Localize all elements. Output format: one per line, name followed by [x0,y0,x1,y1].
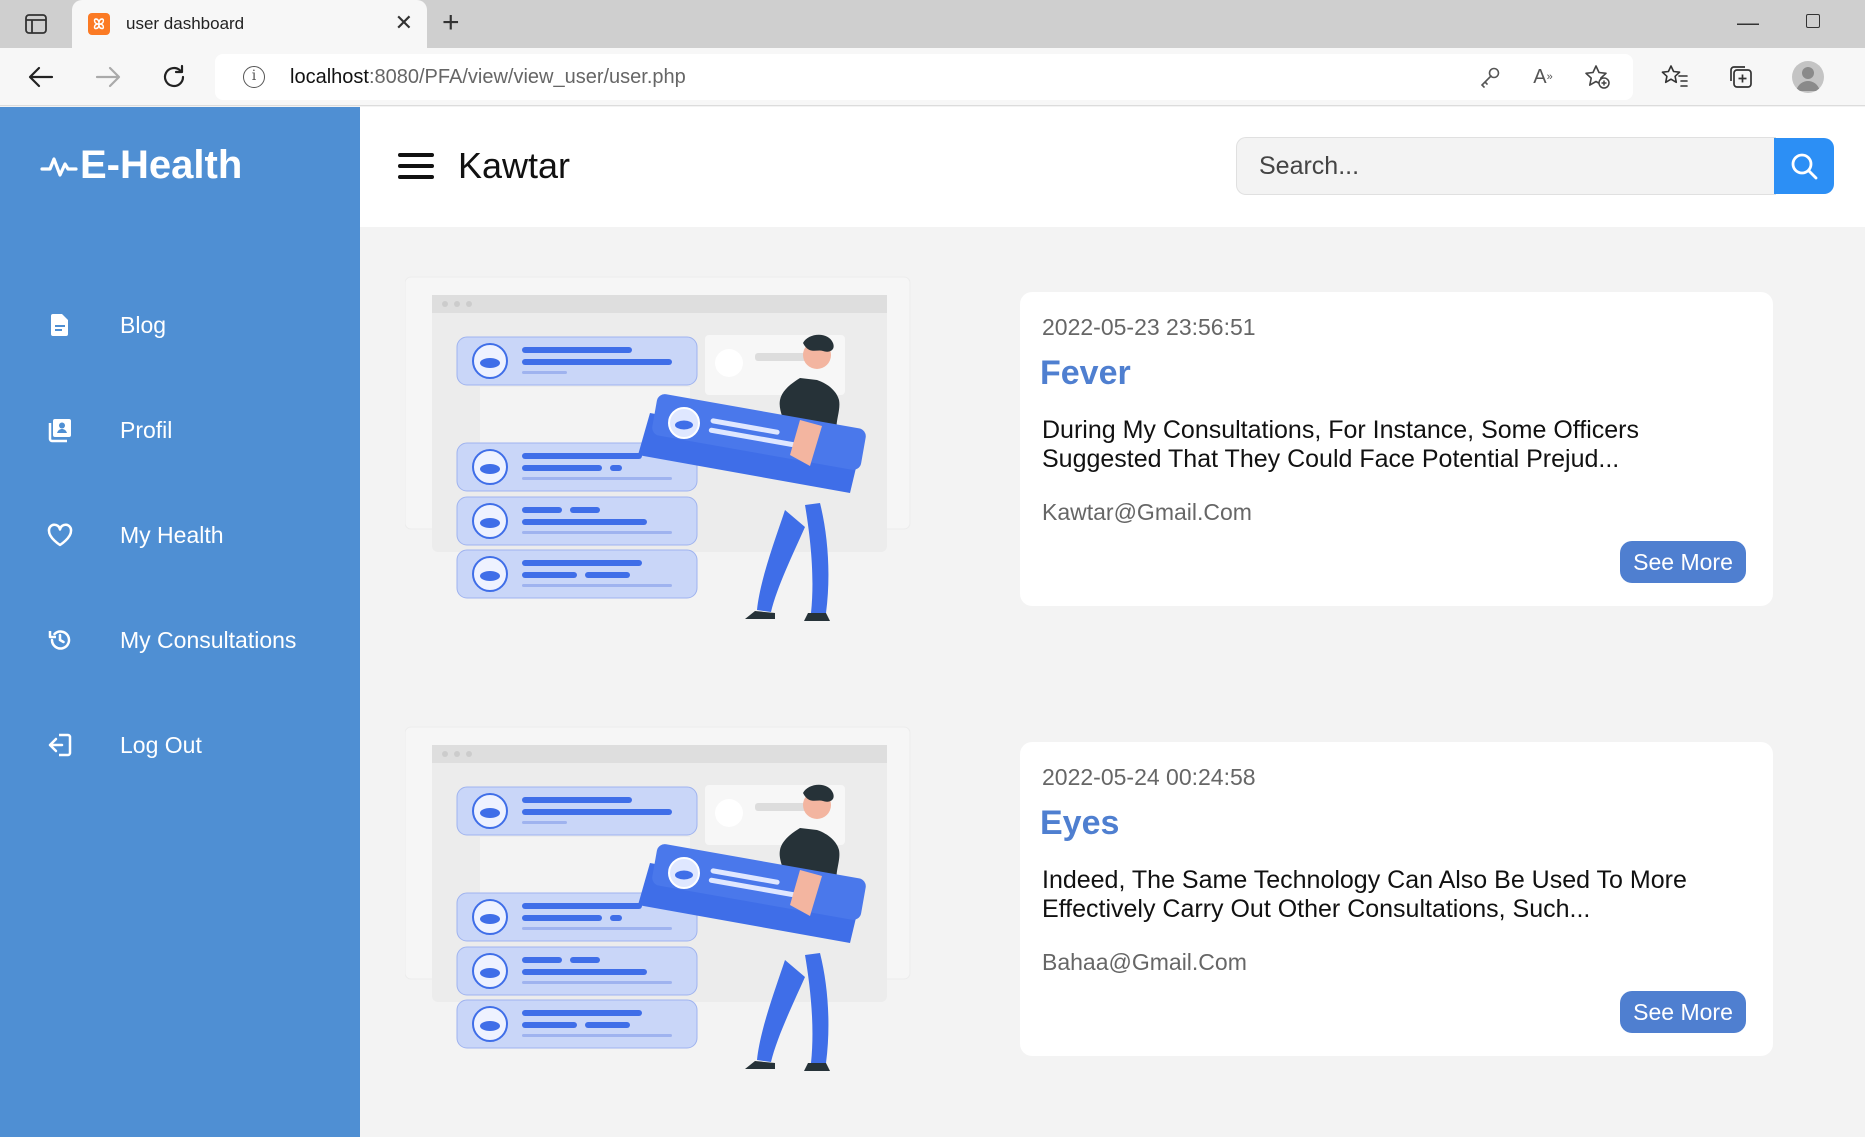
sidebar-item-label: Blog [120,311,167,338]
search-icon [1791,153,1818,180]
tab-actions-icon[interactable] [18,10,54,38]
post-card: 2022-05-23 23:56:51 Fever During My Cons… [1020,292,1773,606]
sidebar-item-label: Profil [120,416,173,443]
forward-icon[interactable] [93,62,123,92]
browser-tab[interactable]: ꕤ user dashboard ✕ [72,0,427,48]
back-icon[interactable] [26,62,56,92]
sidebar-item-label: Log Out [120,731,202,758]
see-more-button[interactable]: See More [1620,991,1746,1033]
window-restore-icon[interactable] [1806,14,1820,28]
history-icon [47,627,73,653]
site-info-icon[interactable]: i [243,66,265,88]
top-header: Kawtar [360,107,1865,227]
user-name: Kawtar [458,145,571,186]
collections-icon[interactable] [1726,62,1756,92]
search-button[interactable] [1774,138,1834,194]
browser-tab-bar: ꕤ user dashboard ✕ + — [0,0,1865,48]
post-excerpt: Indeed, The Same Technology Can Also Be … [1042,866,1687,923]
sidebar: E-Health Blog Profil My Health My Consul… [0,107,360,1137]
app-name: E-Health [80,143,243,187]
document-icon [47,312,73,338]
sidebar-item-profil[interactable]: Profil [0,400,360,460]
post-card: 2022-05-24 00:24:58 Eyes Indeed, The Sam… [1020,742,1773,1056]
key-icon[interactable] [1477,64,1503,90]
sidebar-item-my-consultations[interactable]: My Consultations [0,610,360,670]
post-author-email: Bahaa@Gmail.Com [1042,949,1247,975]
tab-title: user dashboard [126,14,245,33]
browser-address-bar: i localhost:8080/PFA/view/view_user/user… [0,48,1865,106]
sidebar-item-log-out[interactable]: Log Out [0,715,360,775]
post-date: 2022-05-24 00:24:58 [1042,764,1256,790]
heart-icon [47,522,73,548]
sidebar-item-label: My Consultations [120,626,297,653]
profile-card-icon [47,417,73,443]
post-title[interactable]: Eyes [1040,804,1119,843]
read-aloud-icon[interactable]: A» [1530,64,1556,90]
blog-illustration [404,725,913,1085]
new-tab-icon[interactable]: + [442,8,460,38]
reload-icon[interactable] [159,62,189,92]
logout-icon [47,732,73,758]
pulse-icon [40,156,78,177]
post-excerpt: During My Consultations, For Instance, S… [1042,416,1639,473]
app-logo[interactable]: E-Health [40,143,242,188]
menu-toggle-icon[interactable] [398,151,436,181]
sidebar-item-my-health[interactable]: My Health [0,505,360,565]
window-minimize-icon[interactable]: — [1737,10,1759,36]
sidebar-item-blog[interactable]: Blog [0,295,360,355]
post-title[interactable]: Fever [1040,354,1131,393]
favorites-icon[interactable] [1660,62,1690,92]
add-favorite-icon[interactable] [1584,64,1610,90]
search-input[interactable] [1236,137,1776,195]
profile-avatar[interactable] [1792,61,1824,93]
see-more-button[interactable]: See More [1620,541,1746,583]
sidebar-item-label: My Health [120,521,224,548]
post-date: 2022-05-23 23:56:51 [1042,314,1256,340]
url-text: localhost:8080/PFA/view/view_user/user.p… [290,66,686,88]
blog-illustration [404,275,913,635]
xampp-favicon-icon: ꕤ [88,13,110,35]
tab-close-icon[interactable]: ✕ [395,12,413,34]
url-field[interactable]: i localhost:8080/PFA/view/view_user/user… [215,54,1633,100]
post-author-email: Kawtar@Gmail.Com [1042,499,1252,525]
